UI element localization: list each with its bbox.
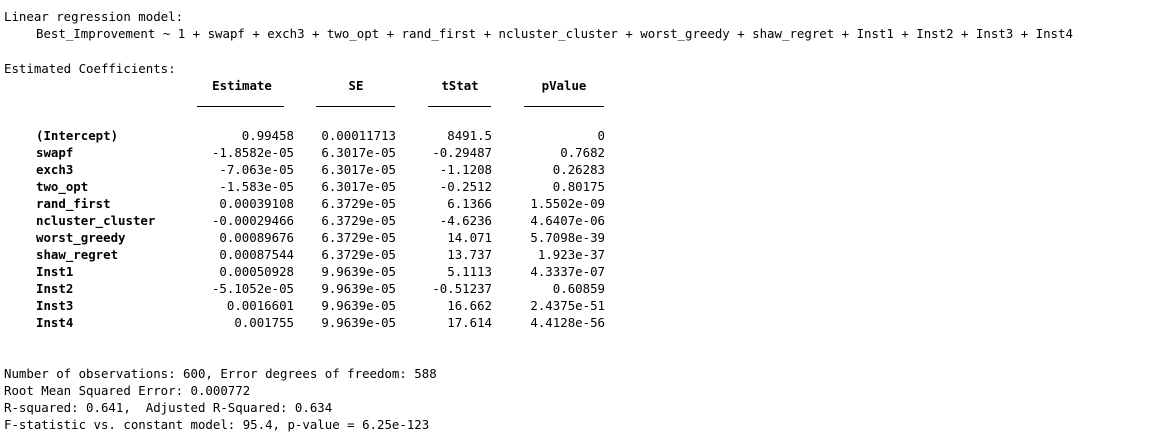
header-estimate: Estimate <box>212 78 272 93</box>
header-rule-estimate <box>197 106 284 107</box>
cell-tstat: -0.29487 <box>432 145 492 160</box>
cell-pvalue: 2.4375e-51 <box>530 298 605 313</box>
cell-estimate: -5.1052e-05 <box>211 281 294 296</box>
cell-pvalue: 0.60859 <box>552 281 605 296</box>
summary-fstat: F-statistic vs. constant model: 95.4, p-… <box>4 417 430 432</box>
cell-se: 6.3017e-05 <box>321 179 396 194</box>
cell-estimate: 0.99458 <box>241 128 294 143</box>
row-name: Inst3 <box>36 298 74 313</box>
cell-pvalue: 1.5502e-09 <box>530 196 605 211</box>
cell-tstat: 17.614 <box>447 315 492 330</box>
cell-se: 9.9639e-05 <box>321 264 396 279</box>
cell-estimate: 0.001755 <box>234 315 294 330</box>
cell-estimate: -1.8582e-05 <box>211 145 294 160</box>
cell-pvalue: 5.7098e-39 <box>530 230 605 245</box>
cell-tstat: -1.1208 <box>439 162 492 177</box>
cell-estimate: 0.00089676 <box>219 230 294 245</box>
summary-observations: Number of observations: 600, Error degre… <box>4 366 437 381</box>
cell-pvalue: 4.4128e-56 <box>530 315 605 330</box>
model-title: Linear regression model: <box>4 9 184 24</box>
cell-pvalue: 4.6407e-06 <box>530 213 605 228</box>
cell-estimate: 0.00039108 <box>219 196 294 211</box>
cell-pvalue: 0.80175 <box>552 179 605 194</box>
row-name: worst_greedy <box>36 230 126 245</box>
header-tstat: tStat <box>441 78 479 93</box>
row-name: Inst2 <box>36 281 74 296</box>
cell-estimate: -0.00029466 <box>211 213 294 228</box>
header-rule-se <box>316 106 395 107</box>
cell-tstat: -0.2512 <box>439 179 492 194</box>
cell-estimate: -1.583e-05 <box>219 179 294 194</box>
cell-pvalue: 1.923e-37 <box>537 247 605 262</box>
cell-tstat: 16.662 <box>447 298 492 313</box>
cell-se: 6.3729e-05 <box>321 196 396 211</box>
summary-rsquared: R-squared: 0.641, Adjusted R-Squared: 0.… <box>4 400 333 415</box>
cell-tstat: -4.6236 <box>439 213 492 228</box>
cell-pvalue: 4.3337e-07 <box>530 264 605 279</box>
cell-pvalue: 0.26283 <box>552 162 605 177</box>
cell-se: 6.3017e-05 <box>321 162 396 177</box>
cell-estimate: 0.00087544 <box>219 247 294 262</box>
cell-tstat: -0.51237 <box>432 281 492 296</box>
row-name: swapf <box>36 145 74 160</box>
cell-pvalue: 0.7682 <box>560 145 605 160</box>
header-rule-pvalue <box>524 106 604 107</box>
row-name: ncluster_cluster <box>36 213 156 228</box>
cell-estimate: -7.063e-05 <box>219 162 294 177</box>
cell-se: 9.9639e-05 <box>321 281 396 296</box>
row-name: exch3 <box>36 162 74 177</box>
cell-se: 9.9639e-05 <box>321 315 396 330</box>
cell-se: 6.3729e-05 <box>321 213 396 228</box>
cell-tstat: 8491.5 <box>447 128 492 143</box>
row-name: shaw_regret <box>36 247 119 262</box>
cell-se: 6.3729e-05 <box>321 230 396 245</box>
cell-tstat: 5.1113 <box>447 264 492 279</box>
cell-estimate: 0.0016601 <box>226 298 294 313</box>
header-pvalue: pValue <box>541 78 587 93</box>
header-se: SE <box>348 78 364 93</box>
row-name: rand_first <box>36 196 111 211</box>
model-formula: Best_Improvement ~ 1 + swapf + exch3 + t… <box>36 26 1073 41</box>
cell-se: 6.3017e-05 <box>321 145 396 160</box>
summary-rmse: Root Mean Squared Error: 0.000772 <box>4 383 251 398</box>
row-name: Inst4 <box>36 315 74 330</box>
cell-se: 9.9639e-05 <box>321 298 396 313</box>
cell-estimate: 0.00050928 <box>219 264 294 279</box>
coefficients-title: Estimated Coefficients: <box>4 61 176 76</box>
row-name: two_opt <box>36 179 89 194</box>
row-name: Inst1 <box>36 264 74 279</box>
cell-tstat: 14.071 <box>447 230 492 245</box>
cell-tstat: 13.737 <box>447 247 492 262</box>
cell-se: 0.00011713 <box>321 128 396 143</box>
cell-tstat: 6.1366 <box>447 196 492 211</box>
row-name: (Intercept) <box>36 128 119 143</box>
cell-se: 6.3729e-05 <box>321 247 396 262</box>
header-rule-tstat <box>428 106 491 107</box>
cell-pvalue: 0 <box>597 128 605 143</box>
